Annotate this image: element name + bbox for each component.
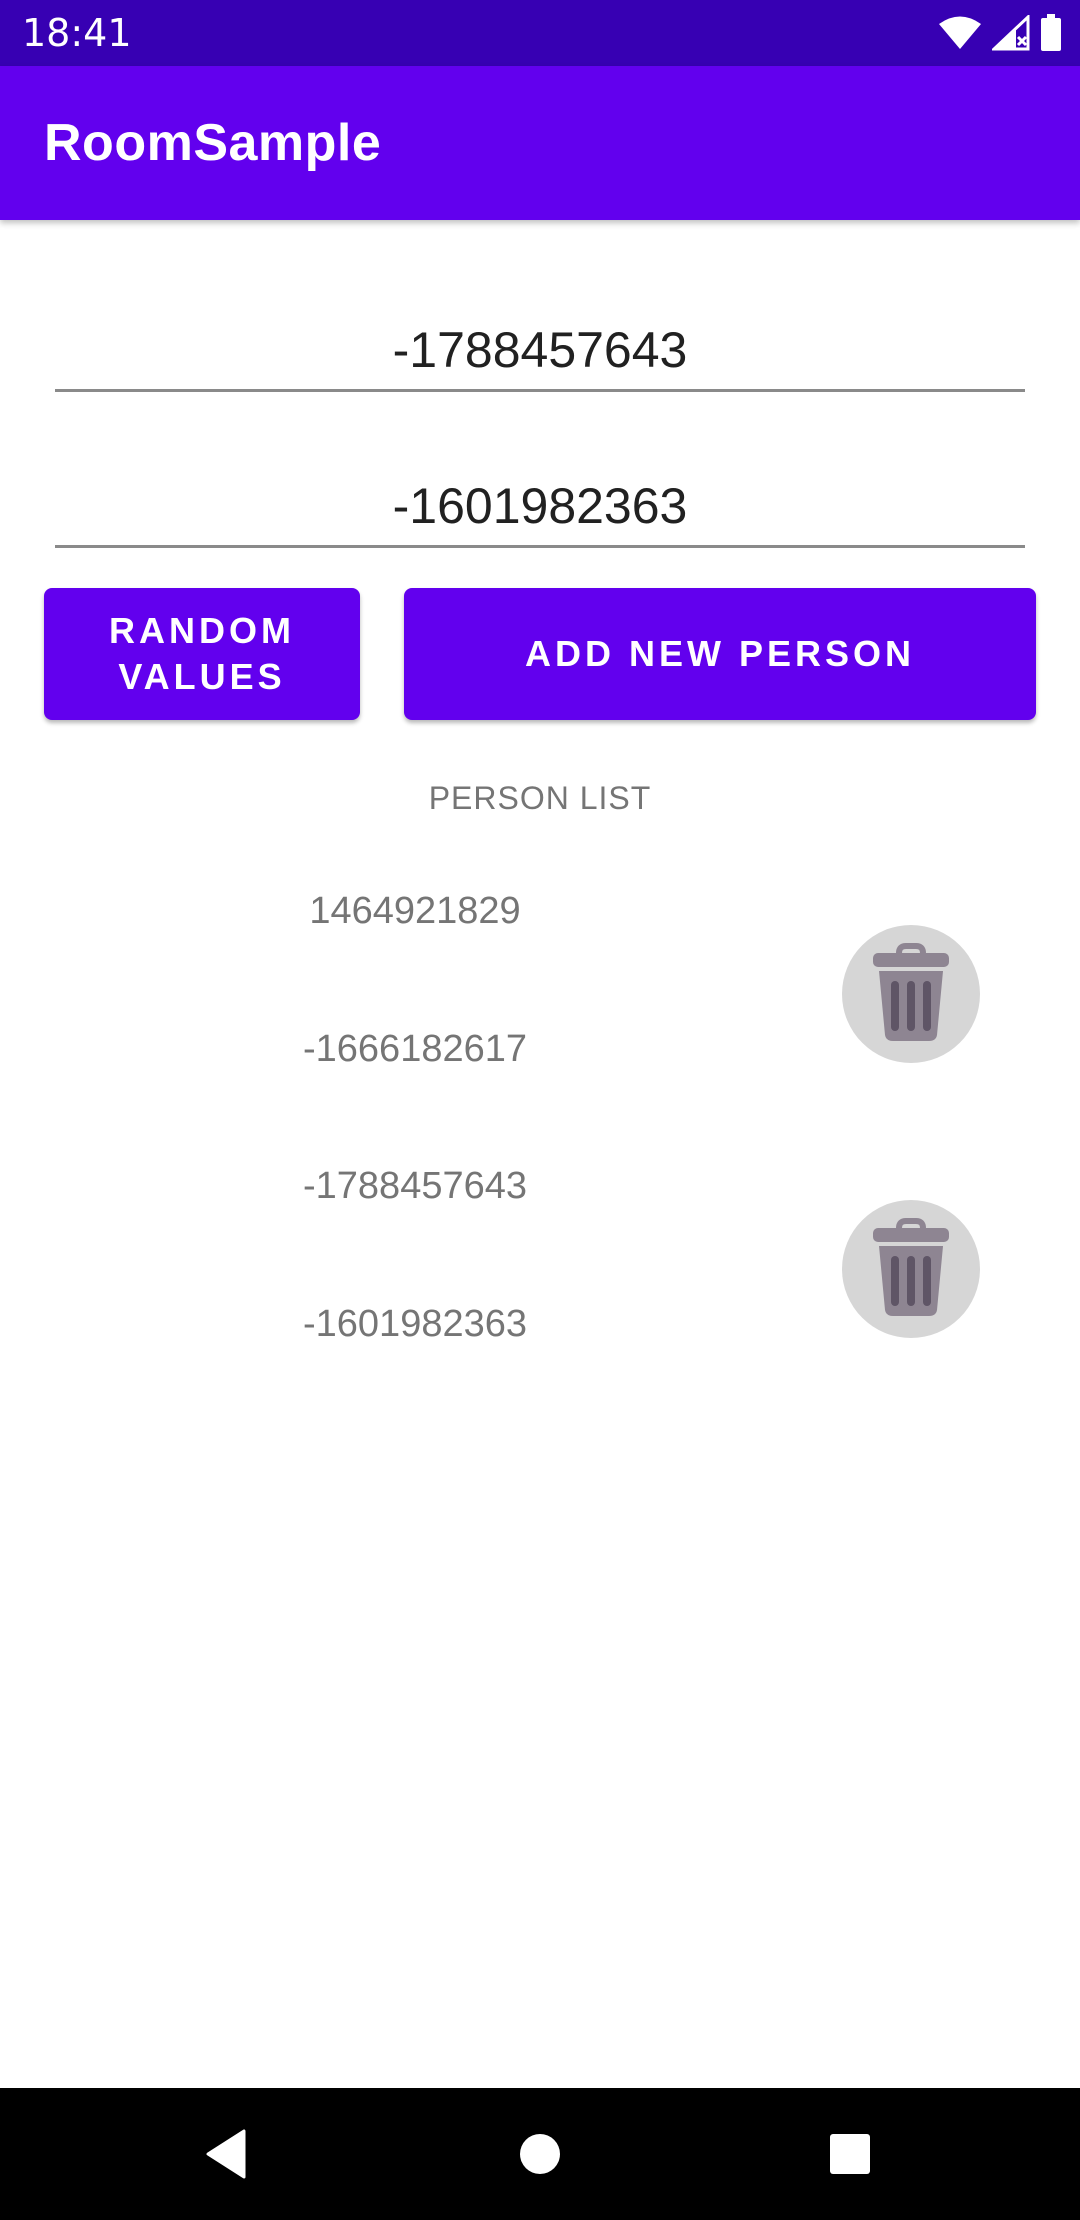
add-new-person-label: ADD NEW PERSON [524,633,916,674]
person-second-value: -1601982363 [303,1303,527,1345]
person-first-value: 1464921829 [309,890,521,932]
signal-icon [992,15,1030,51]
person-first-value: -1788457643 [303,1165,527,1207]
wifi-icon [938,15,982,51]
second-number-field[interactable] [55,466,1025,548]
back-icon[interactable] [196,2124,256,2184]
first-number-field[interactable] [55,310,1025,392]
delete-person-button[interactable] [842,925,980,1063]
trash-icon [869,1217,953,1321]
delete-person-button[interactable] [842,1200,980,1338]
trash-icon [869,942,953,1046]
person-list-label: PERSON LIST [428,780,652,816]
add-new-person-button[interactable]: ADD NEW PERSON [404,588,1036,720]
navigation-bar [0,2088,1080,2220]
home-icon[interactable] [510,2124,570,2184]
recents-icon[interactable] [820,2124,880,2184]
status-icons [938,12,1062,54]
app-bar: RoomSample [0,66,1080,220]
screen: 18:41 RoomSample -1788457643 -1601982363… [0,0,1080,2220]
person-list-item: -1788457643 -1601982363 [0,1155,1080,1415]
app-title: RoomSample [44,114,382,172]
person-second-value: -1666182617 [303,1028,527,1070]
battery-icon [1040,14,1062,52]
status-time: 18:41 [22,11,132,55]
person-list-item: 1464921829 -1666182617 [0,880,1080,1140]
random-values-button[interactable]: RANDOM VALUES [44,588,360,720]
random-values-label: RANDOM VALUES [109,610,295,697]
status-bar: 18:41 [0,0,1080,66]
